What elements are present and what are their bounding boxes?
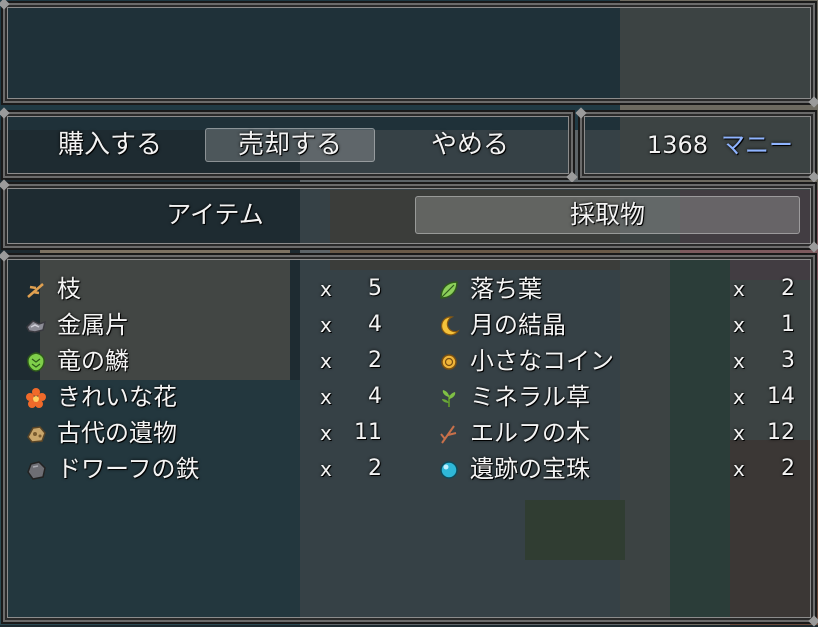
- currency-unit: マニー: [721, 131, 793, 159]
- sell-command[interactable]: 売却する: [205, 128, 375, 162]
- item-column-left: 枝 x 5 金属片 x 4 竜の鱗 x 2 きれいな花 x 4 古代の遺物 x …: [25, 271, 390, 487]
- relic-icon: [27, 426, 46, 443]
- shop-command-window: 購入する 売却する やめる: [1, 110, 575, 180]
- herb-icon: [442, 390, 456, 407]
- metal-shard-icon: [26, 320, 47, 333]
- list-item[interactable]: エルフの木 x 12: [438, 415, 803, 451]
- list-item[interactable]: 落ち葉 x 2: [438, 271, 803, 307]
- orb-icon: [440, 461, 458, 479]
- leaf-icon: [440, 281, 458, 299]
- branch-icon: [440, 425, 457, 444]
- list-item[interactable]: ドワーフの鉄 x 2: [25, 451, 390, 487]
- list-item[interactable]: 小さなコイン x 3: [438, 343, 803, 379]
- twig-icon: [27, 283, 44, 298]
- list-item[interactable]: ミネラル草 x 14: [438, 379, 803, 415]
- help-window: [1, 1, 817, 105]
- iron-ore-icon: [27, 461, 46, 480]
- dragon-scale-icon: [27, 352, 45, 372]
- buy-command[interactable]: 購入する: [35, 128, 185, 162]
- item-list-window: 枝 x 5 金属片 x 4 竜の鱗 x 2 きれいな花 x 4 古代の遺物 x …: [1, 253, 817, 624]
- moon-crystal-icon: [441, 316, 460, 336]
- item-column-right: 落ち葉 x 2 月の結晶 x 1 小さなコイン x 3 ミネラル草 x 14 エ…: [438, 271, 803, 487]
- list-item[interactable]: 金属片 x 4: [25, 307, 390, 343]
- cancel-command[interactable]: やめる: [385, 128, 555, 162]
- category-window: アイテム 採取物: [1, 182, 817, 250]
- flower-icon: [26, 388, 46, 408]
- list-item[interactable]: 枝 x 5: [25, 271, 390, 307]
- coin-icon: [441, 354, 457, 370]
- list-item[interactable]: 竜の鱗 x 2: [25, 343, 390, 379]
- list-item[interactable]: 古代の遺物 x 11: [25, 415, 390, 451]
- category-gathered[interactable]: 採取物: [415, 196, 800, 234]
- category-items[interactable]: アイテム: [25, 196, 405, 234]
- list-item[interactable]: 月の結晶 x 1: [438, 307, 803, 343]
- list-item[interactable]: 遺跡の宝珠 x 2: [438, 451, 803, 487]
- gold-window: 1368 マニー: [578, 110, 817, 180]
- list-item[interactable]: きれいな花 x 4: [25, 379, 390, 415]
- gold-amount: 1368: [646, 131, 708, 159]
